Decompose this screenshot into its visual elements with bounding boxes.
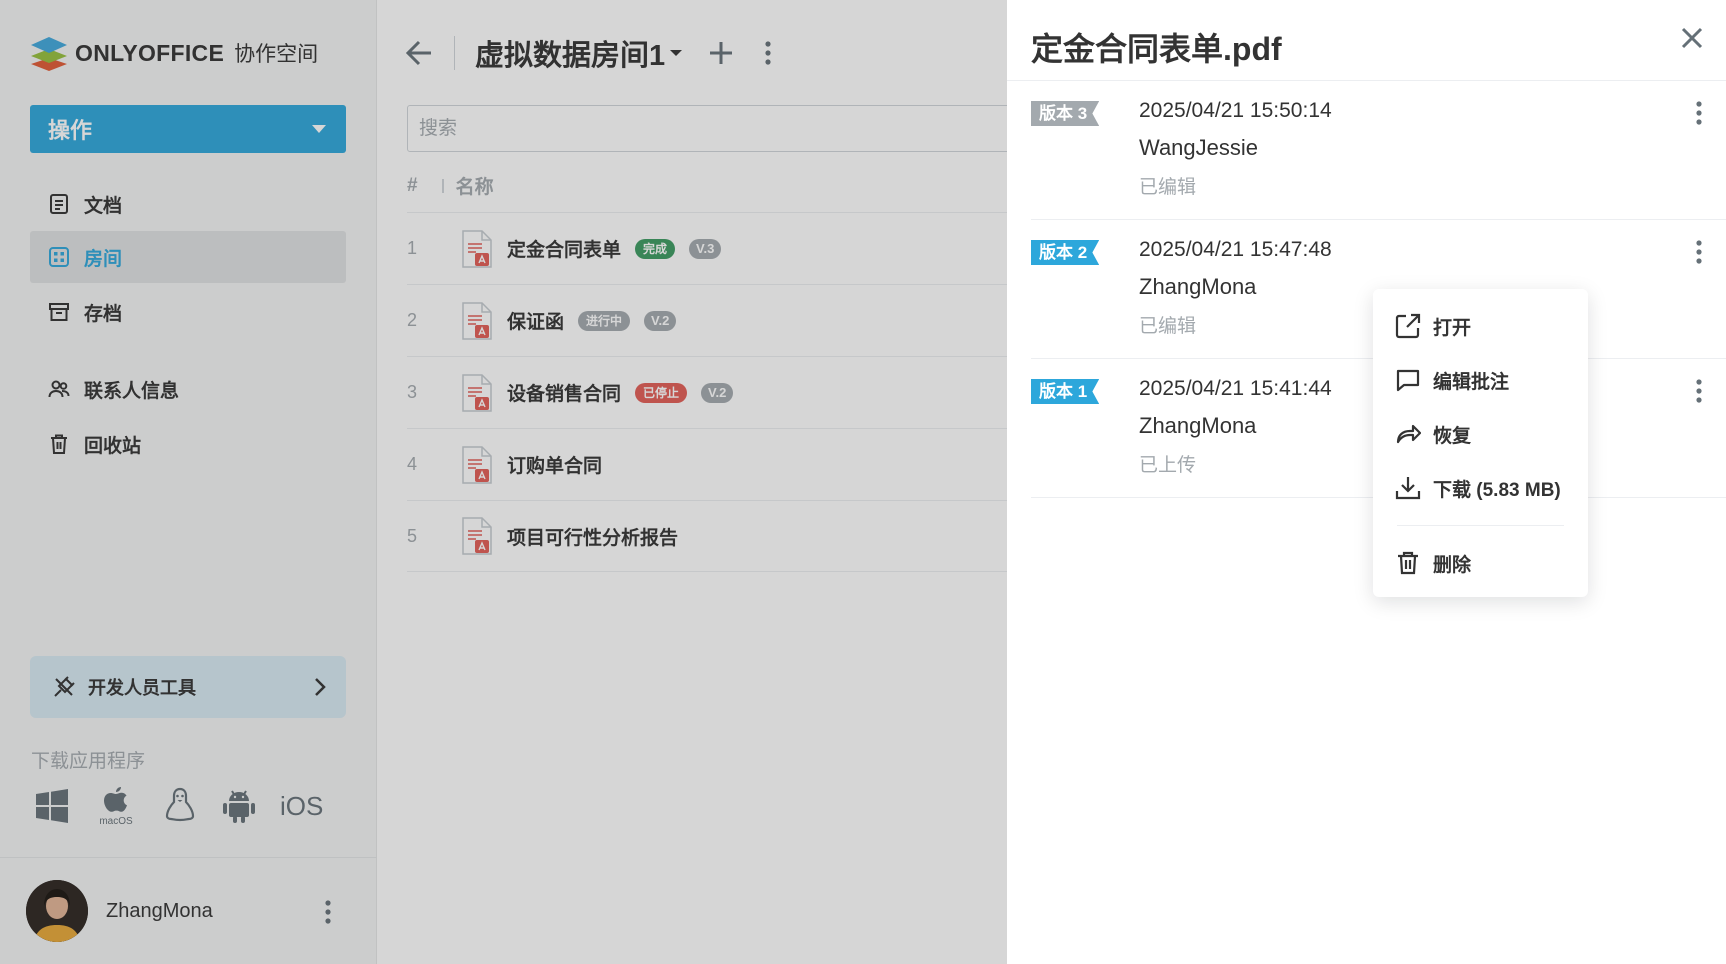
- menu-label: 编辑批注: [1433, 371, 1510, 393]
- more-vertical-icon[interactable]: [1696, 101, 1702, 125]
- version-date: 2025/04/21 15:41:44: [1139, 377, 1332, 400]
- menu-separator: [1397, 525, 1564, 526]
- app-window: ONLYOFFICE 协作空间 操作 文档 房间 存档 联系人信息 回收站 开发…: [0, 0, 1726, 964]
- version-user: ZhangMona: [1139, 274, 1257, 299]
- menu-item-restore[interactable]: 恢复: [1373, 407, 1588, 461]
- version-date: 2025/04/21 15:50:14: [1139, 99, 1332, 122]
- trash-icon: [1398, 551, 1418, 575]
- version-tag: 版本 1: [1031, 379, 1100, 404]
- menu-label: 恢复: [1433, 425, 1472, 447]
- restore-arrow-icon: [1396, 424, 1421, 444]
- more-vertical-icon[interactable]: [1696, 379, 1702, 403]
- version-history-panel: 定金合同表单.pdf 版本 3 2025/04/21 15:50:14 Wang…: [1007, 0, 1726, 964]
- menu-label: 打开: [1433, 317, 1472, 339]
- modal-backdrop[interactable]: [0, 0, 1007, 964]
- version-tag: 版本 2: [1031, 240, 1100, 265]
- version-date: 2025/04/21 15:47:48: [1139, 238, 1332, 261]
- version-status: 已编辑: [1139, 177, 1197, 198]
- panel-title: 定金合同表单.pdf: [1031, 31, 1282, 67]
- menu-label: 下载 (5.83 MB): [1433, 479, 1561, 501]
- comment-icon: [1396, 369, 1420, 392]
- version-item[interactable]: 版本 3 2025/04/21 15:50:14 WangJessie 已编辑: [1031, 81, 1726, 220]
- version-status: 已编辑: [1139, 316, 1197, 337]
- menu-item-edit-comment[interactable]: 编辑批注: [1373, 353, 1588, 407]
- version-user: ZhangMona: [1139, 413, 1257, 438]
- menu-item-download[interactable]: 下载 (5.83 MB): [1373, 461, 1588, 515]
- version-status: 已上传: [1139, 455, 1197, 476]
- version-context-menu: 打开 编辑批注 恢复 下载 (5.83 MB) 删除: [1373, 289, 1588, 597]
- external-link-icon: [1395, 313, 1421, 339]
- download-icon: [1395, 477, 1421, 500]
- menu-item-open[interactable]: 打开: [1373, 299, 1588, 353]
- more-vertical-icon[interactable]: [1696, 240, 1702, 264]
- menu-label: 删除: [1433, 554, 1472, 576]
- menu-item-delete[interactable]: 删除: [1373, 536, 1588, 590]
- close-icon[interactable]: [1680, 26, 1704, 50]
- version-user: WangJessie: [1139, 135, 1259, 160]
- version-tag: 版本 3: [1031, 101, 1100, 126]
